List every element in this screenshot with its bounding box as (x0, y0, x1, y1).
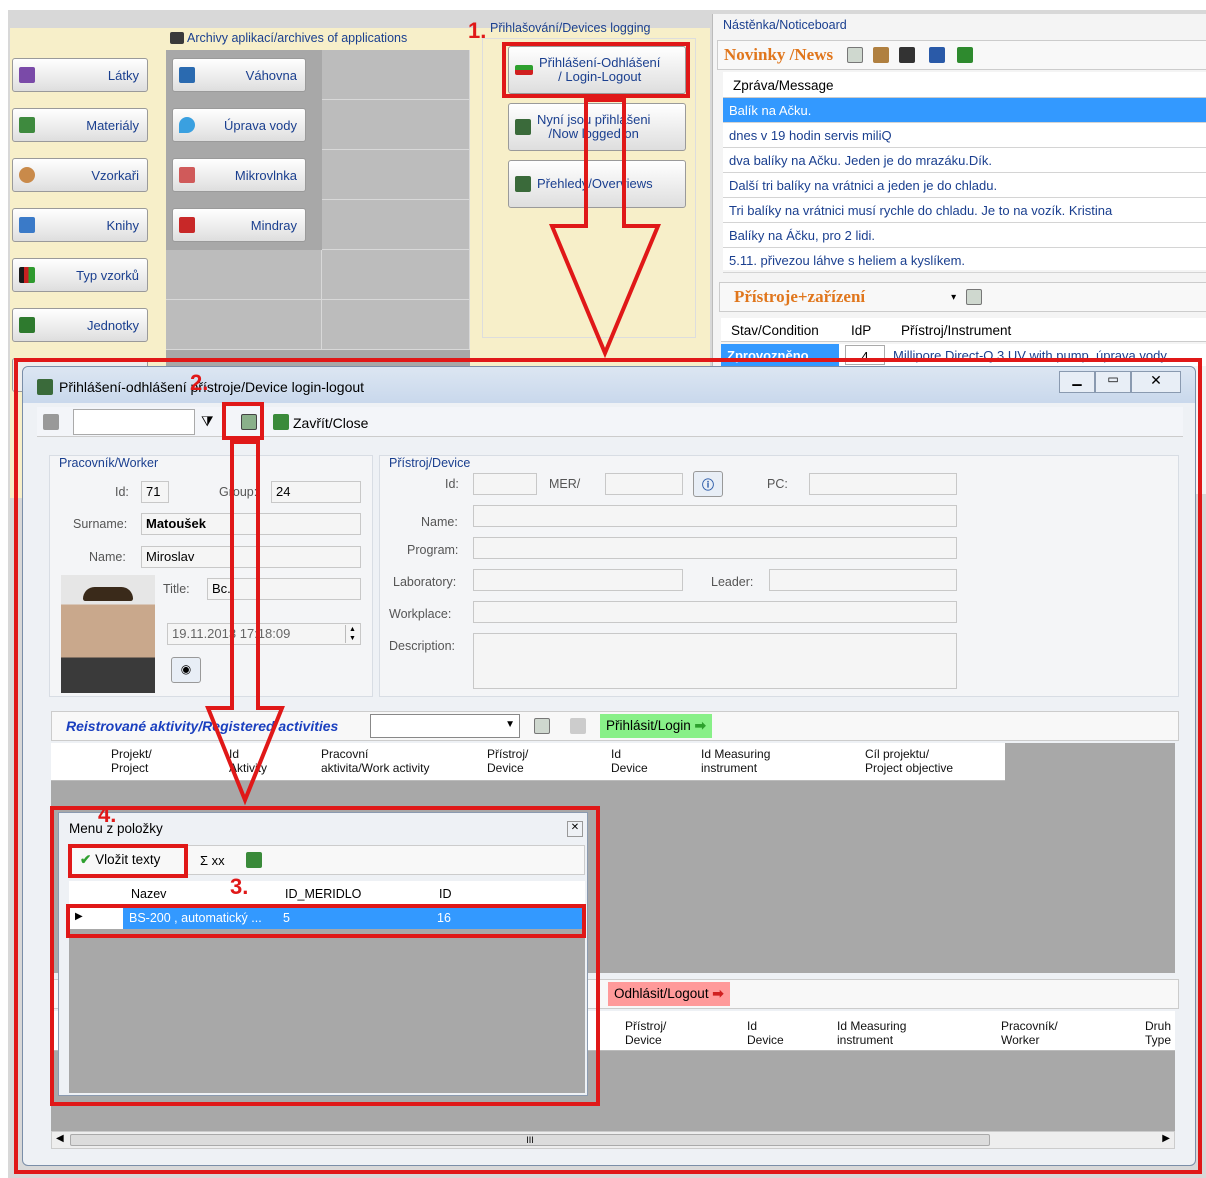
step3-label: 3. (230, 874, 249, 899)
ig-icon[interactable] (929, 47, 946, 63)
jednotky-button[interactable]: Jednotky (12, 308, 148, 342)
knihy-button[interactable]: Knihy (12, 208, 148, 242)
instruments-toolbar: Přístroje+zařízení ▾ (719, 282, 1206, 312)
news-tab[interactable]: Novinky /News (724, 45, 833, 65)
message-column-header: Zpráva/Message (723, 72, 1206, 98)
step1-label: 1. (468, 18, 487, 43)
scale-icon (179, 67, 195, 83)
step4-highlight (68, 844, 188, 878)
step1-highlight (502, 42, 690, 98)
materials-icon (19, 117, 35, 133)
step2-highlight (222, 402, 264, 440)
step3-highlight (66, 904, 586, 938)
step2-label: 2. (190, 370, 209, 395)
microwave-icon (179, 167, 195, 183)
uprava-vody-button[interactable]: Úprava vody (172, 108, 306, 142)
filter-icon[interactable] (957, 47, 974, 63)
step4-label: 4. (98, 802, 117, 827)
analyzer-icon (179, 217, 195, 233)
monitor-icon (170, 32, 184, 44)
materialy-button[interactable]: Materiály (12, 108, 148, 142)
gear-icon (515, 119, 531, 135)
news-list: Balík na Ačku. dnes v 19 hodin servis mi… (723, 98, 1206, 273)
news-toolbar: Novinky /News (717, 40, 1206, 70)
down-arrow-small (205, 440, 285, 806)
chevron-down-icon[interactable]: ▾ (951, 292, 956, 303)
person-icon (19, 167, 35, 183)
typ-vzorku-button[interactable]: Typ vzorků (12, 258, 148, 292)
mindray-button[interactable]: Mindray (172, 208, 306, 242)
news-row[interactable]: dva balíky na Ačku. Jeden je do mrazáku.… (723, 148, 1206, 173)
news-row[interactable]: dnes v 19 hodin servis miliQ (723, 123, 1206, 148)
latky-button[interactable]: Látky (12, 58, 148, 92)
water-drop-icon (179, 117, 195, 133)
mikrovlnka-button[interactable]: Mikrovlnka (172, 158, 306, 192)
devices-logging-title: Přihlašování/Devices logging (490, 21, 651, 35)
camera-icon[interactable] (899, 47, 916, 63)
news-row[interactable]: Balík na Ačku. (723, 98, 1206, 123)
sample-type-icon (19, 267, 35, 283)
units-icon (19, 317, 35, 333)
substance-icon (19, 67, 35, 83)
book-icon (19, 217, 35, 233)
people-icon[interactable] (873, 47, 890, 63)
vzorkari-button[interactable]: Vzorkaři (12, 158, 148, 192)
archives-label: Archivy aplikací/archives of application… (170, 31, 407, 45)
news-row[interactable]: Další tri balíky na vrátnici a jeden je … (723, 173, 1206, 198)
noticeboard-title: Nástěnka/Noticeboard (723, 18, 847, 32)
news-row[interactable]: Tri balíky na vrátnici musí rychle do ch… (723, 198, 1206, 223)
news-row[interactable]: Balíky na Áčku, pro 2 lidi. (723, 223, 1206, 248)
vahovna-button[interactable]: Váhovna (172, 58, 306, 92)
instruments-title: Přístroje+zařízení (734, 287, 866, 306)
news-row[interactable]: 5.11. přivezou láhve s heliem a kyslíkem… (723, 248, 1206, 273)
instruments-header: Stav/Condition IdP Přístroj/Instrument (721, 318, 1206, 342)
down-arrow-big (548, 98, 662, 359)
gear-icon (515, 176, 531, 192)
refresh-icon[interactable] (966, 289, 983, 305)
refresh-icon[interactable] (847, 47, 864, 63)
